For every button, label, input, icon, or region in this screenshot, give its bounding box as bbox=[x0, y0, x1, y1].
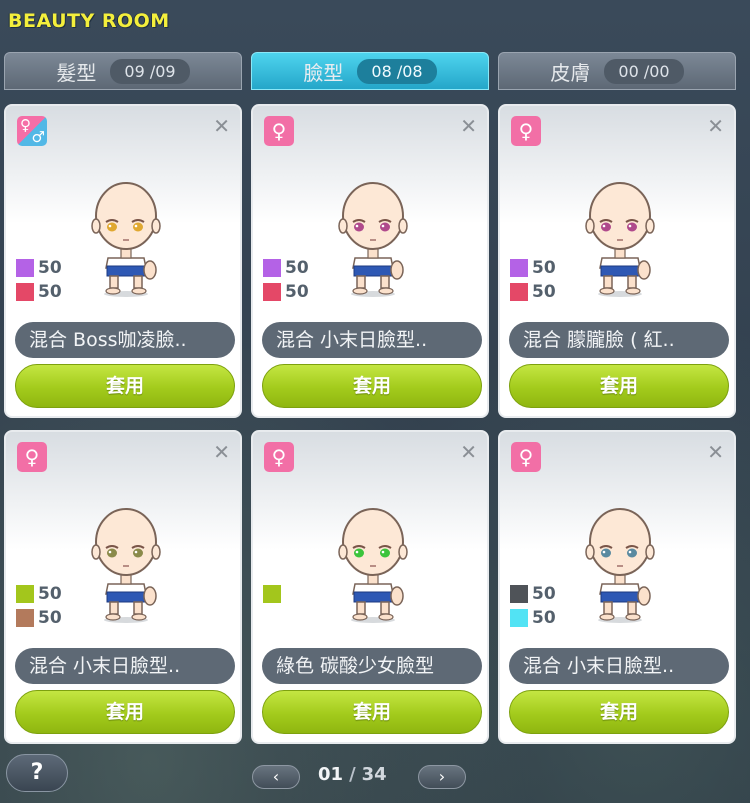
color-mix-row: 50 bbox=[510, 280, 556, 304]
color-mix-row: 50 bbox=[510, 606, 556, 630]
avatar-preview bbox=[88, 176, 164, 298]
color-swatch bbox=[16, 609, 34, 627]
close-icon[interactable]: ✕ bbox=[707, 114, 724, 138]
face-name: 混合 朦朧臉 ( 紅.. bbox=[509, 322, 729, 358]
close-icon[interactable]: ✕ bbox=[460, 440, 477, 464]
color-swatch bbox=[16, 585, 34, 603]
avatar-preview bbox=[88, 502, 164, 624]
color-mix-row: 50 bbox=[510, 256, 556, 280]
mix-ratio: 50 bbox=[38, 282, 62, 302]
female-icon: ♀ bbox=[511, 442, 541, 472]
tab-skin[interactable]: 皮膚 00 /00 bbox=[498, 52, 736, 90]
mix-ratio: 50 bbox=[285, 258, 309, 278]
apply-button[interactable]: 套用 bbox=[262, 364, 482, 408]
female-icon: ♀ bbox=[264, 116, 294, 146]
color-mix: 50 50 bbox=[510, 256, 556, 304]
color-swatch bbox=[263, 283, 281, 301]
mix-ratio: 50 bbox=[38, 258, 62, 278]
face-card[interactable]: ♀ ✕ 50 50 混合 小末日臉型.. 套用 bbox=[251, 104, 489, 418]
color-mix: 50 50 bbox=[263, 256, 309, 304]
prev-page-button[interactable]: ‹ bbox=[252, 765, 300, 789]
face-card[interactable]: ♀ ✕ 綠色 碳酸少女臉型套用 bbox=[251, 430, 489, 744]
color-swatch bbox=[16, 259, 34, 277]
mix-ratio: 50 bbox=[285, 282, 309, 302]
female-icon: ♀ bbox=[17, 442, 47, 472]
mix-ratio: 50 bbox=[38, 608, 62, 628]
page-current: 01 bbox=[318, 764, 344, 785]
help-button[interactable]: ? bbox=[6, 754, 68, 792]
mix-ratio: 50 bbox=[532, 282, 556, 302]
avatar-preview bbox=[582, 502, 658, 624]
face-name: 混合 小末日臉型.. bbox=[509, 648, 729, 684]
unisex-icon: ♀ ♂ bbox=[17, 116, 47, 146]
page-total: 34 bbox=[361, 764, 387, 785]
face-card[interactable]: ♀ ♂ ✕ 50 50 混合 Boss咖凌臉.. 套用 bbox=[4, 104, 242, 418]
mix-ratio: 50 bbox=[38, 584, 62, 604]
avatar-preview bbox=[582, 176, 658, 298]
tab-label: 皮膚 bbox=[550, 60, 591, 85]
tab-label: 髮型 bbox=[56, 60, 97, 85]
tab-hair[interactable]: 髮型 09 /09 bbox=[4, 52, 242, 90]
mix-ratio: 50 bbox=[532, 608, 556, 628]
apply-button[interactable]: 套用 bbox=[15, 690, 235, 734]
apply-button[interactable]: 套用 bbox=[15, 364, 235, 408]
color-mix bbox=[263, 582, 281, 606]
close-icon[interactable]: ✕ bbox=[460, 114, 477, 138]
color-swatch bbox=[16, 283, 34, 301]
tab-face[interactable]: 臉型 08 /08 bbox=[251, 52, 489, 90]
color-swatch bbox=[510, 585, 528, 603]
color-mix-row: 50 bbox=[16, 256, 62, 280]
face-name: 混合 小末日臉型.. bbox=[15, 648, 235, 684]
avatar-preview bbox=[335, 502, 411, 624]
color-swatch bbox=[510, 609, 528, 627]
female-icon: ♀ bbox=[264, 442, 294, 472]
face-name: 混合 小末日臉型.. bbox=[262, 322, 482, 358]
page-separator: / bbox=[349, 764, 356, 785]
color-mix-row: 50 bbox=[263, 280, 309, 304]
close-icon[interactable]: ✕ bbox=[213, 440, 230, 464]
tab-label: 臉型 bbox=[303, 60, 344, 85]
page-indicator: 01/34 bbox=[318, 764, 387, 785]
face-name: 混合 Boss咖凌臉.. bbox=[15, 322, 235, 358]
color-swatch bbox=[510, 259, 528, 277]
close-icon[interactable]: ✕ bbox=[213, 114, 230, 138]
apply-button[interactable]: 套用 bbox=[509, 364, 729, 408]
color-mix: 50 50 bbox=[16, 582, 62, 630]
color-swatch bbox=[263, 585, 281, 603]
tab-count: 09 /09 bbox=[110, 58, 190, 84]
tab-count: 00 /00 bbox=[604, 58, 684, 84]
color-mix-row: 50 bbox=[510, 582, 556, 606]
avatar-preview bbox=[335, 176, 411, 298]
female-icon: ♀ bbox=[511, 116, 541, 146]
color-mix-row bbox=[263, 582, 281, 606]
face-card[interactable]: ♀ ✕ 50 50 混合 小末日臉型.. 套用 bbox=[4, 430, 242, 744]
close-icon[interactable]: ✕ bbox=[707, 440, 724, 464]
tab-count: 08 /08 bbox=[357, 58, 437, 84]
color-mix: 50 50 bbox=[16, 256, 62, 304]
mix-ratio: 50 bbox=[532, 584, 556, 604]
color-swatch bbox=[263, 259, 281, 277]
face-card[interactable]: ♀ ✕ 50 50 混合 小末日臉型.. 套用 bbox=[498, 430, 736, 744]
face-card[interactable]: ♀ ✕ 50 50 混合 朦朧臉 ( 紅.. 套用 bbox=[498, 104, 736, 418]
color-mix-row: 50 bbox=[16, 606, 62, 630]
window-title: BEAUTY ROOM bbox=[8, 10, 170, 32]
color-swatch bbox=[510, 283, 528, 301]
color-mix-row: 50 bbox=[263, 256, 309, 280]
mix-ratio: 50 bbox=[532, 258, 556, 278]
face-name: 綠色 碳酸少女臉型 bbox=[262, 648, 482, 684]
color-mix: 50 50 bbox=[510, 582, 556, 630]
apply-button[interactable]: 套用 bbox=[262, 690, 482, 734]
next-page-button[interactable]: › bbox=[418, 765, 466, 789]
apply-button[interactable]: 套用 bbox=[509, 690, 729, 734]
color-mix-row: 50 bbox=[16, 280, 62, 304]
color-mix-row: 50 bbox=[16, 582, 62, 606]
